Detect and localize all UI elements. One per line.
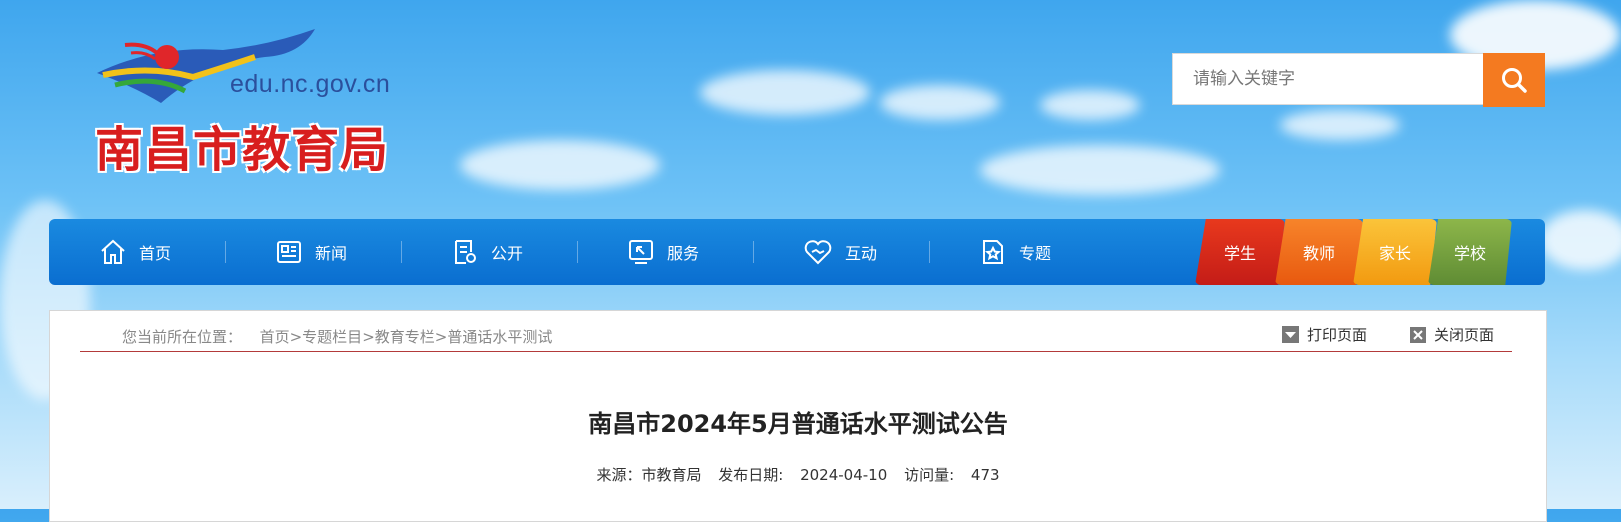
tab-student[interactable]: 学生 xyxy=(1195,219,1285,285)
nav-item-news[interactable]: 新闻 xyxy=(275,219,347,285)
print-page-button[interactable]: 打印页面 xyxy=(1282,324,1367,345)
logo-url: edu.nc.gov.cn xyxy=(230,70,391,98)
nav-item-public[interactable]: 公开 xyxy=(451,219,523,285)
nav-divider xyxy=(401,241,402,263)
views-label: 访问量: xyxy=(904,466,955,484)
nav-divider xyxy=(753,241,754,263)
nav-label: 服务 xyxy=(667,244,700,263)
cloud-decoration xyxy=(1040,90,1140,120)
nav-divider xyxy=(929,241,930,263)
main-nav: 首页 新闻 公开 服务 互动 专题 学生 教师 家长 学校 xyxy=(49,219,1545,285)
nav-item-service[interactable]: 服务 xyxy=(627,219,699,285)
breadcrumb-prefix: 您当前所在位置： xyxy=(122,328,243,346)
search-bar xyxy=(1172,53,1545,107)
close-icon xyxy=(1410,326,1426,343)
nav-divider xyxy=(225,241,226,263)
views-value: 473 xyxy=(970,466,1000,484)
logo-title: 南昌市教育局 xyxy=(95,122,390,178)
tab-label: 教师 xyxy=(1302,244,1335,263)
article-meta: 来源：市教育局 发布日期: 2024-04-10 访问量: 473 xyxy=(50,464,1546,485)
source-label: 来源： xyxy=(596,466,642,484)
search-button[interactable] xyxy=(1483,53,1545,107)
tab-parent[interactable]: 家长 xyxy=(1353,219,1437,285)
cloud-decoration xyxy=(1540,210,1621,270)
header-divider xyxy=(80,351,1512,352)
article-title: 南昌市2024年5月普通话水平测试公告 xyxy=(588,410,1008,438)
tab-teacher[interactable]: 教师 xyxy=(1275,219,1363,285)
article-panel: 您当前所在位置： 首页>专题栏目>教育专栏>普通话水平测试 打印页面 关闭页面 … xyxy=(49,310,1547,522)
nav-divider xyxy=(577,241,578,263)
service-icon xyxy=(629,240,653,264)
search-input[interactable] xyxy=(1172,53,1483,105)
nav-label: 互动 xyxy=(845,244,878,263)
cloud-decoration xyxy=(700,70,870,115)
cloud-decoration xyxy=(460,140,660,190)
date-label: 发布日期: xyxy=(718,466,784,484)
cloud-decoration xyxy=(1280,110,1400,140)
source-value: 市教育局 xyxy=(641,466,702,484)
tab-label: 学生 xyxy=(1223,244,1256,263)
heart-icon xyxy=(804,240,832,265)
nav-label: 公开 xyxy=(491,244,524,263)
tab-label: 家长 xyxy=(1378,244,1411,263)
breadcrumb-separator: > xyxy=(362,328,375,346)
nav-item-home[interactable]: 首页 xyxy=(99,219,171,285)
nav-item-topic[interactable]: 专题 xyxy=(979,219,1051,285)
home-icon xyxy=(101,239,125,264)
breadcrumb-link[interactable]: 首页 xyxy=(260,328,290,346)
print-label: 打印页面 xyxy=(1307,326,1368,344)
date-value: 2024-04-10 xyxy=(800,466,888,484)
nav-label: 首页 xyxy=(139,244,172,263)
close-page-button[interactable]: 关闭页面 xyxy=(1410,324,1494,345)
newspaper-icon xyxy=(277,241,301,263)
breadcrumb-link[interactable]: 专题栏目 xyxy=(302,328,362,346)
cloud-decoration xyxy=(980,145,1220,195)
site-logo[interactable]: edu.nc.gov.cn 南昌市教育局 xyxy=(95,25,415,178)
breadcrumb-separator: > xyxy=(434,328,448,346)
topic-icon xyxy=(983,240,1003,264)
search-icon xyxy=(1502,68,1527,93)
breadcrumb-link[interactable]: 普通话水平测试 xyxy=(447,328,552,346)
close-label: 关闭页面 xyxy=(1434,326,1495,344)
breadcrumb-link[interactable]: 教育专栏 xyxy=(375,328,435,346)
tab-label: 学校 xyxy=(1453,244,1486,263)
nav-label: 专题 xyxy=(1019,244,1052,263)
print-icon xyxy=(1282,326,1299,343)
nav-label: 新闻 xyxy=(315,244,348,263)
cloud-decoration xyxy=(880,85,1000,120)
nav-item-interact[interactable]: 互动 xyxy=(803,219,877,285)
document-icon xyxy=(455,240,476,264)
tab-school[interactable]: 学校 xyxy=(1428,219,1512,285)
breadcrumb: 您当前所在位置： 首页>专题栏目>教育专栏>普通话水平测试 xyxy=(122,326,552,347)
breadcrumb-separator: > xyxy=(289,328,303,346)
